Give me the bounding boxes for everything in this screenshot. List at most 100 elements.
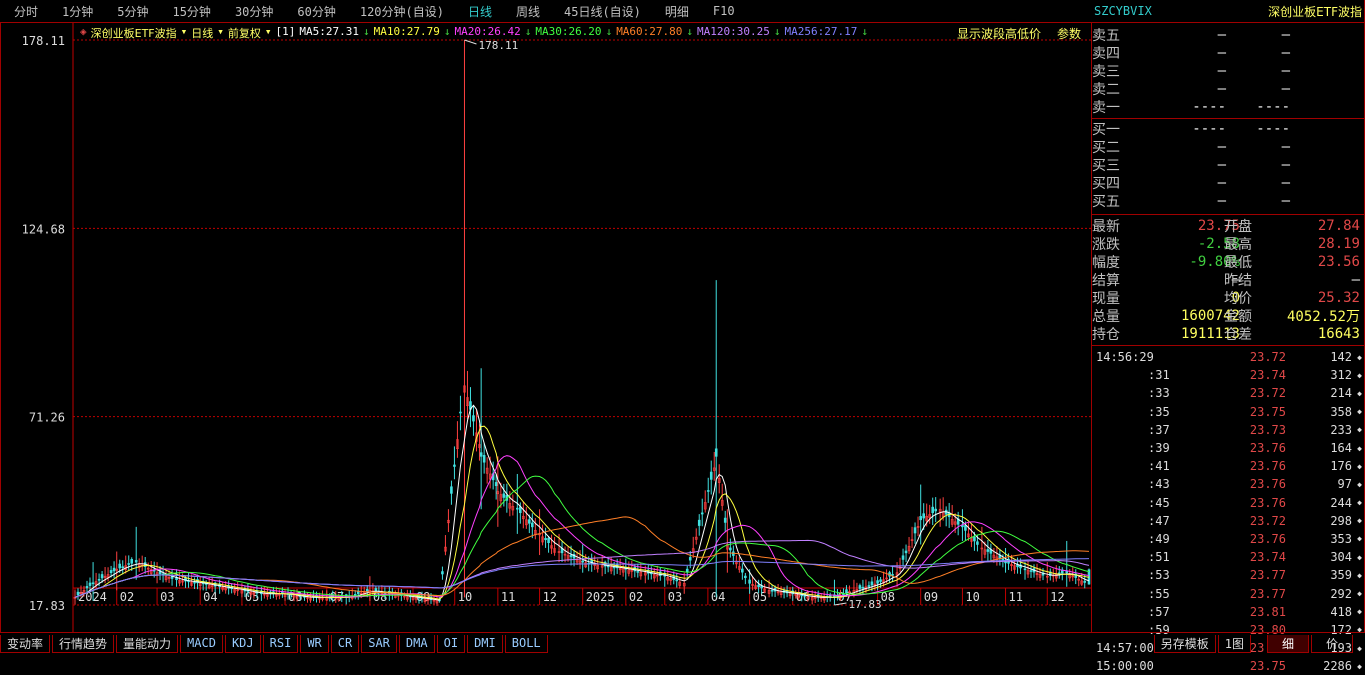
book-level: 买二 xyxy=(1092,140,1120,156)
menu-9[interactable]: 45日线(自设) xyxy=(564,3,641,20)
indicator-tab[interactable]: CR xyxy=(330,634,360,653)
tick-price: 23.72 xyxy=(1249,386,1286,401)
quote-label: 最新 xyxy=(1092,219,1120,235)
indicator-tab[interactable]: BOLL xyxy=(504,634,548,653)
book-price: — xyxy=(1217,81,1226,97)
bottom-right-button[interactable]: 1图 xyxy=(1217,634,1251,653)
menu-6[interactable]: 120分钟(自设) xyxy=(360,3,444,20)
param-select[interactable]: [1] xyxy=(276,25,296,41)
book-row[interactable]: 卖一 ---- ---- xyxy=(1092,98,1364,116)
quote-value: — xyxy=(1351,272,1360,288)
candle-body xyxy=(127,563,131,565)
candle-body xyxy=(1001,558,1005,561)
book-row[interactable]: 卖四 — — xyxy=(1092,44,1364,62)
ma-label: MA256:27.17 xyxy=(784,25,858,38)
quote-label: 昨结 xyxy=(1224,273,1252,289)
book-level: 买一 xyxy=(1092,122,1120,138)
candle-body xyxy=(88,582,92,586)
menu-1[interactable]: 1分钟 xyxy=(62,3,93,20)
candle-body xyxy=(757,584,760,588)
tick-price: 23.77 xyxy=(1249,568,1286,583)
x-tick-label: 09 xyxy=(924,590,938,604)
ma-label: MA30:26.20 xyxy=(535,25,602,38)
diamond-icon: ◈ xyxy=(80,25,87,38)
ma30-line xyxy=(74,475,1090,598)
chart-link-0[interactable]: 显示波段高低价 xyxy=(957,25,1041,42)
book-row[interactable]: 买五 — — xyxy=(1092,192,1364,210)
candle-body xyxy=(744,575,747,579)
dropdown-icon[interactable]: ▾ xyxy=(181,25,188,41)
menu-10[interactable]: 明细 xyxy=(665,3,689,20)
book-row[interactable]: 买三 — — xyxy=(1092,156,1364,174)
tick-row: 15:00:00 23.75 2286 ◆ xyxy=(1092,657,1364,675)
candle-body xyxy=(700,512,704,515)
chart-link-1[interactable]: 参数 xyxy=(1057,25,1081,42)
book-price: — xyxy=(1217,45,1226,61)
book-volume: ---- xyxy=(1256,99,1290,115)
book-row[interactable]: 卖三 — — xyxy=(1092,62,1364,80)
menu-8[interactable]: 周线 xyxy=(516,3,540,20)
indicator-tab[interactable]: 变动率 xyxy=(0,634,51,653)
book-price: ---- xyxy=(1192,99,1226,115)
tick-time: :37 xyxy=(1148,422,1170,437)
ma-label: MA60:27.80 xyxy=(616,25,683,38)
side-tab[interactable]: 细 xyxy=(1266,634,1309,653)
adjust-select[interactable]: 前复权 xyxy=(228,25,261,41)
side-tab[interactable]: 价 xyxy=(1310,634,1353,653)
dropdown-icon[interactable]: ▾ xyxy=(217,25,224,41)
menu-0[interactable]: 分时 xyxy=(14,3,38,20)
book-row[interactable]: 卖二 — — xyxy=(1092,80,1364,98)
tick-list[interactable]: 14:56:29 23.72 142 ◆:31 23.74 312 ◆:33 23.72 214… xyxy=(1092,346,1364,675)
candle-body xyxy=(450,486,453,494)
candle-body xyxy=(193,581,196,584)
menu-7[interactable]: 日线 xyxy=(468,3,492,20)
quote-value: 25.32 xyxy=(1317,290,1360,306)
kline-canvas[interactable]: 178.11124.6871.2617.832024 02 03 04 05 06 07 08… xyxy=(1,23,1091,632)
tick-price: 23.74 xyxy=(1249,368,1286,383)
symbol-name[interactable]: 深创业板ETF波指 xyxy=(91,25,177,41)
tick-row: :47 23.72 298 ◆ xyxy=(1092,512,1364,530)
indicator-tab[interactable]: OI xyxy=(436,634,466,653)
diamond-icon: ◆ xyxy=(1357,498,1362,508)
candle-body xyxy=(913,527,917,534)
candle-body xyxy=(867,585,871,587)
quote-label: 涨跌 xyxy=(1092,237,1120,253)
candle-body xyxy=(741,568,744,573)
diamond-icon: ◆ xyxy=(1357,370,1362,380)
book-row[interactable]: 买一 ---- ---- xyxy=(1092,120,1364,138)
menu-3[interactable]: 15分钟 xyxy=(172,3,210,20)
indicator-tab[interactable]: DMA xyxy=(398,634,435,653)
indicator-tab[interactable]: RSI xyxy=(262,634,299,653)
book-row[interactable]: 买四 — — xyxy=(1092,174,1364,192)
candle-body xyxy=(714,448,718,457)
dropdown-icon[interactable]: ▾ xyxy=(265,25,272,41)
bottom-right-button[interactable]: 另存模板 xyxy=(1153,634,1216,653)
menu-11[interactable]: F10 xyxy=(713,4,735,18)
tick-volume: 304 xyxy=(1330,550,1352,565)
period-select[interactable]: 日线 xyxy=(191,25,213,41)
tick-volume: 214 xyxy=(1330,386,1352,401)
quote-stats: 最新 23.75 开盘 27.84 涨跌 -2.58 最高 28.19 幅度 -9.80% 最低 23… xyxy=(1092,215,1364,346)
indicator-tab[interactable]: KDJ xyxy=(224,634,261,653)
menu-5[interactable]: 60分钟 xyxy=(297,3,335,20)
indicator-tab[interactable]: MACD xyxy=(180,634,223,653)
menu-2[interactable]: 5分钟 xyxy=(117,3,148,20)
book-row[interactable]: 卖五 — — xyxy=(1092,26,1364,44)
book-price: — xyxy=(1217,63,1226,79)
book-volume: — xyxy=(1281,81,1290,97)
book-level: 买五 xyxy=(1092,194,1120,210)
candle-body xyxy=(964,525,967,531)
menu-4[interactable]: 30分钟 xyxy=(235,3,273,20)
candle-body xyxy=(547,537,550,544)
indicator-tab[interactable]: DMI xyxy=(467,634,503,653)
tick-row: :53 23.77 359 ◆ xyxy=(1092,566,1364,584)
candle-body xyxy=(861,586,865,589)
indicator-tab[interactable]: 行情趋势 xyxy=(52,634,115,653)
indicator-tab[interactable]: WR xyxy=(300,634,329,653)
candle-body xyxy=(931,506,934,514)
candle-body xyxy=(459,411,462,414)
kline-chart[interactable]: 178.11 124.68 71.26 17.83 2024 02 03 04 05 06 07 08… xyxy=(0,23,1092,632)
book-row[interactable]: 买二 — — xyxy=(1092,138,1364,156)
indicator-tab[interactable]: SAR xyxy=(361,634,397,653)
indicator-tab[interactable]: 量能动力 xyxy=(116,634,179,653)
